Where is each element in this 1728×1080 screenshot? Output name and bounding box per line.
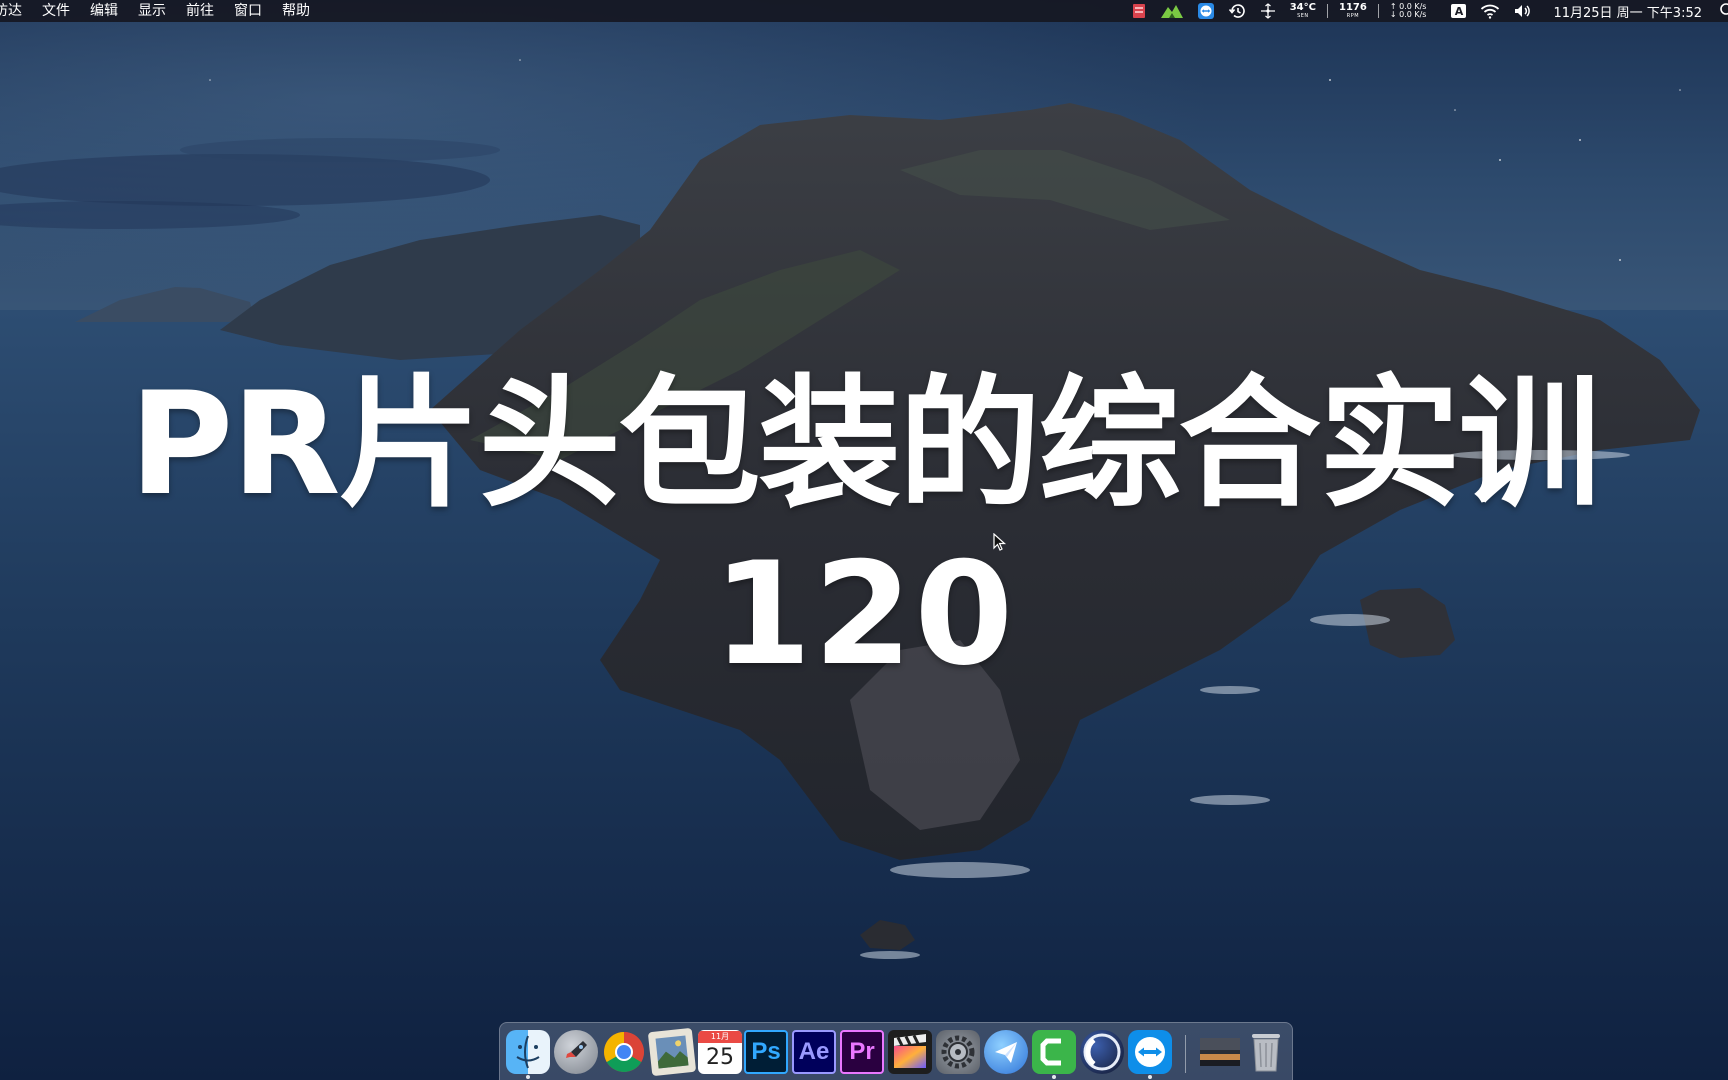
input-method-menu[interactable]: A <box>1451 0 1467 22</box>
chrome-icon[interactable] <box>602 1030 646 1074</box>
photoshop-label: Ps <box>751 1038 781 1065</box>
menu-go[interactable]: 前往 <box>176 0 224 22</box>
temperature-value: 34°C <box>1289 2 1316 13</box>
menu-view[interactable]: 显示 <box>128 0 176 22</box>
teamviewer-status-icon[interactable] <box>1197 0 1214 22</box>
calendar-icon[interactable]: 11月 25 <box>698 1030 742 1074</box>
teamviewer-running-indicator <box>1148 1075 1152 1079</box>
photoshop-icon[interactable]: Ps <box>744 1030 788 1074</box>
record-icon[interactable] <box>1132 0 1146 22</box>
video-title: PR片头包装的综合实训 <box>129 362 1600 527</box>
after-effects-icon[interactable]: Ae <box>792 1030 836 1074</box>
fan-control-icon[interactable] <box>1260 0 1276 22</box>
mail-icon[interactable] <box>984 1030 1028 1074</box>
fan-speed-label: RPM <box>1346 13 1360 19</box>
finder-icon[interactable] <box>506 1030 550 1074</box>
spotlight-icon[interactable] <box>1716 0 1728 22</box>
download-arrow-icon: ↓ <box>1389 10 1397 19</box>
menu-help[interactable]: 帮助 <box>272 0 320 22</box>
temperature-label: SEN <box>1297 13 1309 19</box>
dock-separator <box>1185 1035 1186 1073</box>
network-download-value: 0.0 K/s <box>1399 10 1427 19</box>
teamviewer-icon[interactable] <box>1128 1030 1172 1074</box>
status-divider <box>1326 4 1328 18</box>
fan-speed-value: 1176 <box>1338 2 1367 13</box>
wifi-icon[interactable] <box>1480 0 1500 22</box>
finder-running-indicator <box>526 1075 530 1079</box>
volume-icon[interactable] <box>1514 0 1532 22</box>
menu-window[interactable]: 窗口 <box>224 0 272 22</box>
camtasia-running-indicator <box>1052 1075 1056 1079</box>
premiere-icon[interactable]: Pr <box>840 1030 884 1074</box>
input-method-icon: A <box>1451 4 1467 18</box>
lesson-number: 120 <box>712 532 1016 697</box>
menu-bar-clock[interactable]: 11月25日 周一 下午3:52 <box>1553 0 1702 22</box>
trash-icon[interactable] <box>1244 1030 1288 1074</box>
calendar-month: 11月 <box>698 1031 742 1043</box>
after-effects-label: Ae <box>798 1038 830 1065</box>
mountain-app-icon[interactable] <box>1160 0 1184 22</box>
temperature-readout[interactable]: 34°C SEN <box>1290 0 1316 22</box>
time-machine-icon[interactable] <box>1228 0 1246 22</box>
system-preferences-icon[interactable] <box>936 1030 980 1074</box>
menu-bar: 访达 文件 编辑 显示 前往 窗口 帮助 34°C SEN 1176 RPM ↑… <box>0 0 1728 22</box>
calendar-day: 25 <box>706 1045 734 1070</box>
fan-speed-readout[interactable]: 1176 RPM <box>1339 0 1367 22</box>
menu-edit[interactable]: 编辑 <box>80 0 128 22</box>
menu-bar-menus: 访达 文件 编辑 显示 前往 窗口 帮助 <box>0 0 320 22</box>
downloads-stack-icon[interactable] <box>1198 1030 1242 1074</box>
dock: 11月 25 Ps Ae Pr <box>499 1022 1293 1080</box>
status-menu-area: 34°C SEN 1176 RPM ↑ 0.0 K/s ↓ 0.0 K/s A … <box>1125 0 1728 22</box>
mouse-cursor-icon <box>993 533 1007 551</box>
preview-icon[interactable] <box>647 1027 697 1077</box>
menu-app-finder[interactable]: 访达 <box>0 0 32 22</box>
status-divider <box>1377 4 1379 18</box>
menu-file[interactable]: 文件 <box>32 0 80 22</box>
launchpad-icon[interactable] <box>554 1030 598 1074</box>
cinema4d-icon[interactable] <box>1080 1030 1124 1074</box>
camtasia-icon[interactable] <box>1032 1030 1076 1074</box>
network-download: ↓ 0.0 K/s <box>1390 11 1427 19</box>
final-cut-icon[interactable] <box>888 1030 932 1074</box>
network-speed-readout[interactable]: ↑ 0.0 K/s ↓ 0.0 K/s <box>1390 0 1427 22</box>
premiere-label: Pr <box>849 1038 875 1065</box>
